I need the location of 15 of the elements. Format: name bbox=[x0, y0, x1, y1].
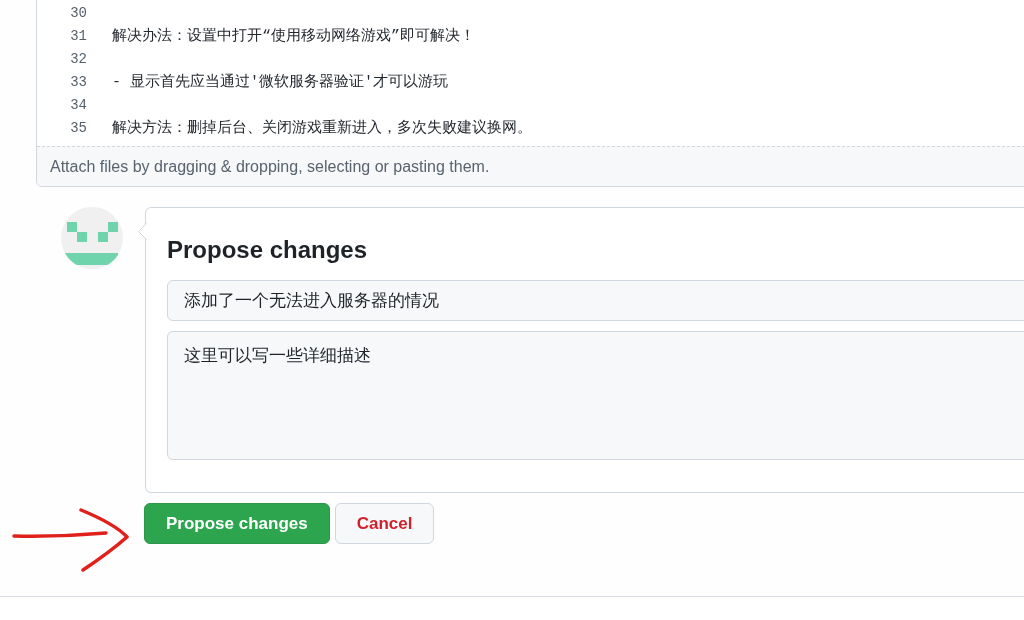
line-number: 31 bbox=[69, 27, 87, 44]
description-text-area[interactable]: 这里可以写一些详细描述 bbox=[167, 331, 1024, 460]
avatar-icon bbox=[61, 207, 123, 269]
code-line: 解决方法：删掉后台、关闭游戏重新进入，多次失败建议换网。 bbox=[112, 118, 532, 137]
cancel-button[interactable]: Cancel bbox=[334, 503, 435, 544]
form-title: Propose changes bbox=[167, 235, 368, 265]
code-line: - 显示首先应当通过'微软服务器验证'才可以游玩 bbox=[112, 72, 448, 91]
line-number: 32 bbox=[69, 50, 87, 67]
line-number: 35 bbox=[69, 119, 87, 136]
line-number: 33 bbox=[69, 73, 87, 90]
code-line: 解决办法：设置中打开“使用移动网络游戏”即可解决！ bbox=[112, 26, 475, 45]
file-drop-zone[interactable]: Attach files by dragging & dropping, selecting or pasting them. bbox=[37, 146, 1024, 186]
summary-input-field[interactable]: 添加了一个无法进入服务器的情况 bbox=[167, 280, 1024, 321]
line-number: 30 bbox=[69, 4, 87, 21]
line-number: 34 bbox=[69, 96, 87, 113]
